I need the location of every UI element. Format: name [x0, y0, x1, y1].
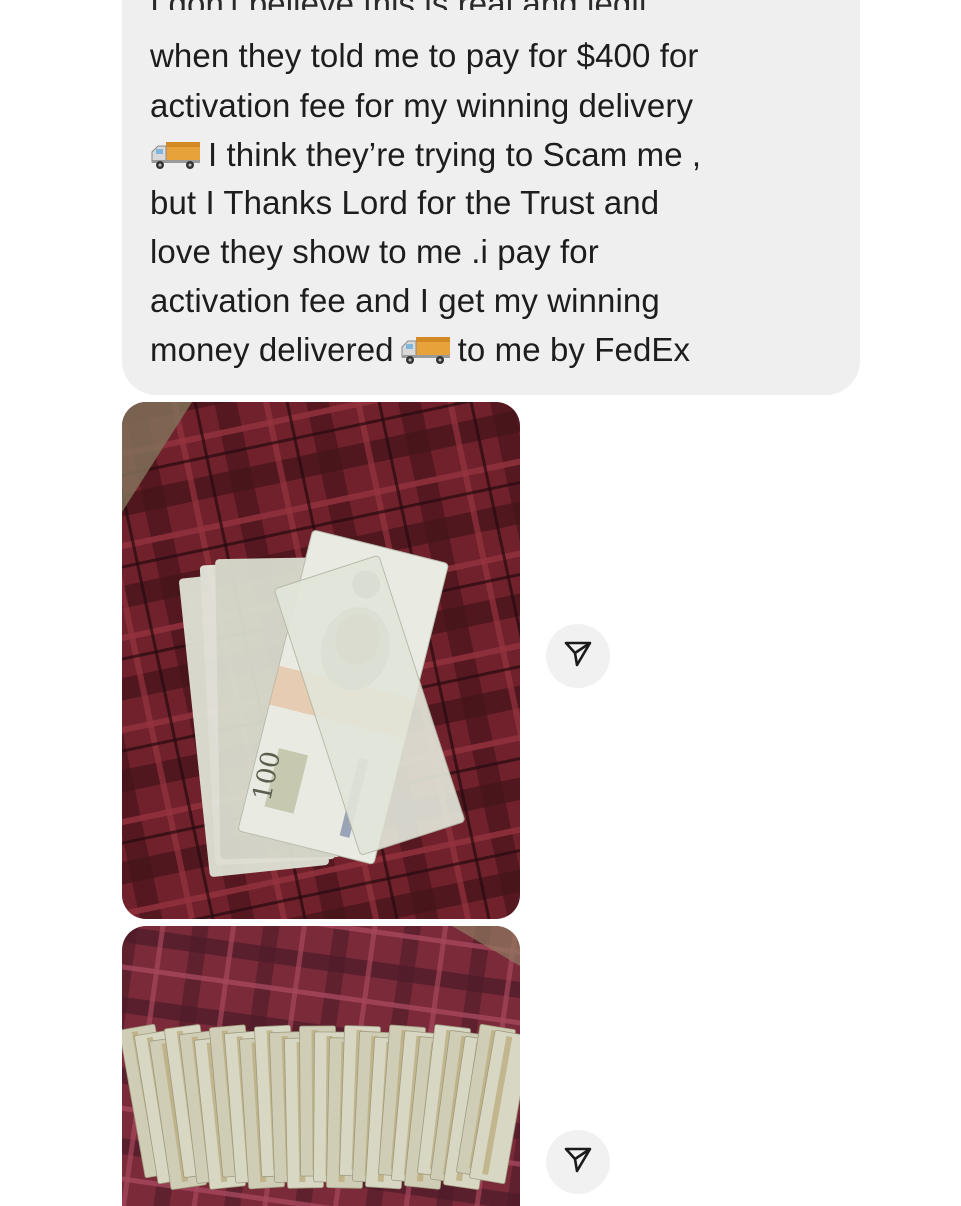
message-line: activation fee and I get my winning: [150, 282, 660, 319]
chat-thread: I don't believe this is real and legit w…: [0, 0, 961, 1206]
share-button[interactable]: [546, 1130, 610, 1194]
share-icon: [563, 639, 593, 674]
message-text: money delivered: [150, 331, 394, 368]
share-button[interactable]: [546, 624, 610, 688]
delivery-truck-icon: [150, 139, 202, 169]
message-line-cut-off: I don't believe this is real and legit: [150, 0, 648, 10]
attachment-photo-money-fan[interactable]: [122, 926, 520, 1206]
message-line: activation fee for my winning delivery: [150, 87, 694, 124]
share-icon: [563, 1145, 593, 1180]
delivery-truck-icon: [400, 334, 452, 364]
message-text: to me by FedEx: [457, 331, 691, 368]
message-line: but I Thanks Lord for the Trust and: [150, 184, 660, 221]
message-line: when they told me to pay for $400 for: [150, 37, 699, 74]
message-line-with-emoji: money delivered to me by FedEx: [150, 330, 690, 370]
attachment-photo-money-stack[interactable]: 100: [122, 402, 520, 919]
message-line-with-emoji: I think they’re trying to Scam me ,: [150, 135, 701, 175]
message-text: I think they’re trying to Scam me ,: [208, 136, 702, 173]
message-line: love they show to me .i pay for: [150, 233, 599, 270]
